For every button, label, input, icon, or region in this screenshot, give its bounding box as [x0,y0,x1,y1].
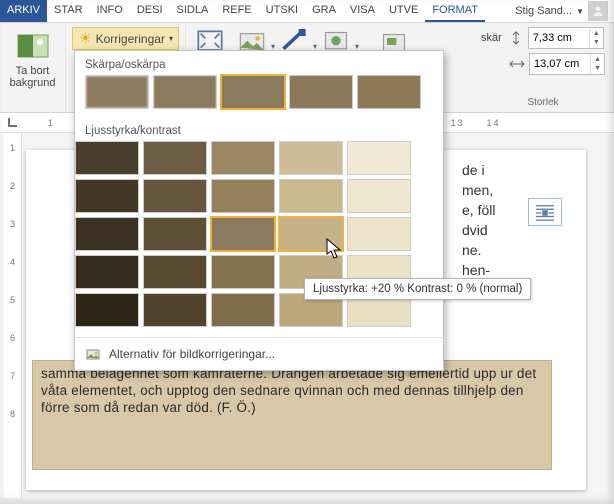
tab-start[interactable]: STAR [47,0,90,22]
preset-tooltip: Ljusstyrka: +20 % Kontrast: 0 % (normal) [304,278,531,300]
width-icon [509,57,525,71]
spin-up-icon[interactable]: ▲ [590,29,603,38]
avatar [588,1,608,21]
user-name: Stig Sand... [515,5,572,17]
size-group-label: Storlek [481,97,605,108]
size-group: skär ▲▼ ▲▼ Storlek [473,23,614,112]
width-input[interactable] [530,56,590,72]
sharpen-preset[interactable] [357,75,421,109]
brightness-preset[interactable] [211,255,275,289]
remove-background-icon[interactable] [16,29,50,63]
tab-review[interactable]: GRA [305,0,343,22]
spin-down-icon[interactable]: ▼ [591,64,604,73]
brightness-preset[interactable] [347,217,411,251]
sharpen-preset[interactable] [85,75,149,109]
tab-developer[interactable]: UTVE [382,0,425,22]
corrections-label: Korrigeringar [96,32,165,46]
brightness-preset[interactable] [143,293,207,327]
picture-options-icon [85,346,101,362]
sharpen-preset[interactable] [153,75,217,109]
tab-format[interactable]: FORMAT [425,0,485,22]
tab-file[interactable]: ARKIV [0,0,47,22]
height-input[interactable] [529,30,589,46]
brightness-preset[interactable] [279,179,343,213]
tab-mailings[interactable]: UTSKI [259,0,305,22]
brightness-preset[interactable] [143,141,207,175]
sun-icon: ☀ [79,30,92,47]
sharpen-section-label: Skärpa/oskärpa [75,51,443,75]
brightness-preset[interactable] [211,141,275,175]
tab-page-layout[interactable]: SIDLA [170,0,216,22]
brightness-preset[interactable] [347,141,411,175]
tab-selector-icon[interactable] [8,117,18,127]
brightness-grid: ☀ [75,141,443,337]
sharpen-preset-selected[interactable] [221,75,285,109]
tab-view[interactable]: VISA [343,0,382,22]
brightness-preset-hover[interactable] [279,217,343,251]
tab-info[interactable]: INFO [90,0,130,22]
brightness-preset[interactable] [143,179,207,213]
inserted-picture[interactable]: samma belägenhet som kamraterne. Drängen… [32,360,552,470]
chevron-down-icon: ▾ [169,34,173,43]
height-spinner[interactable]: ▲▼ [528,27,604,49]
brightness-preset[interactable] [211,179,275,213]
vertical-ruler[interactable]: 1 2 3 4 5 6 7 8 [4,133,22,498]
corrections-dropdown: Skärpa/oskärpa Ljusstyrka/kontrast ☀ [74,50,444,371]
account-area[interactable]: Stig Sand... ▼ [509,0,614,22]
tab-bar: ARKIV STAR INFO DESI SIDLA REFE UTSKI GR… [0,0,614,23]
picture-corrections-options[interactable]: Alternativ för bildkorrigeringar... [75,337,443,370]
picture-corrections-options-label: Alternativ för bildkorrigeringar... [109,347,275,361]
brightness-preset[interactable] [211,293,275,327]
brightness-preset[interactable] [75,217,139,251]
brightness-preset[interactable] [347,179,411,213]
brightness-preset[interactable] [143,255,207,289]
sharpen-preset[interactable] [289,75,353,109]
brightness-preset[interactable] [75,141,139,175]
chevron-down-icon: ▼ [576,7,584,16]
brightness-preset[interactable] [75,293,139,327]
height-icon [508,31,524,45]
tab-design[interactable]: DESI [130,0,170,22]
brightness-preset[interactable] [75,255,139,289]
width-spinner[interactable]: ▲▼ [529,53,605,75]
brightness-preset[interactable] [279,141,343,175]
remove-background-label-2: bakgrund [6,77,59,89]
spin-down-icon[interactable]: ▼ [590,38,603,47]
brightness-preset[interactable] [143,217,207,251]
crop-label: skär [481,32,502,44]
tab-references[interactable]: REFE [215,0,258,22]
sharpen-row [75,75,443,117]
corrections-button[interactable]: ☀ Korrigeringar ▾ [72,27,179,50]
spin-up-icon[interactable]: ▲ [591,55,604,64]
remove-background-label-1: Ta bort [6,65,59,77]
layout-options-button[interactable] [528,198,562,226]
remove-background-group: Ta bort bakgrund [0,23,66,112]
brightness-preset[interactable] [75,179,139,213]
brightness-section-label: Ljusstyrka/kontrast [75,117,443,141]
brightness-preset-current[interactable] [211,217,275,251]
